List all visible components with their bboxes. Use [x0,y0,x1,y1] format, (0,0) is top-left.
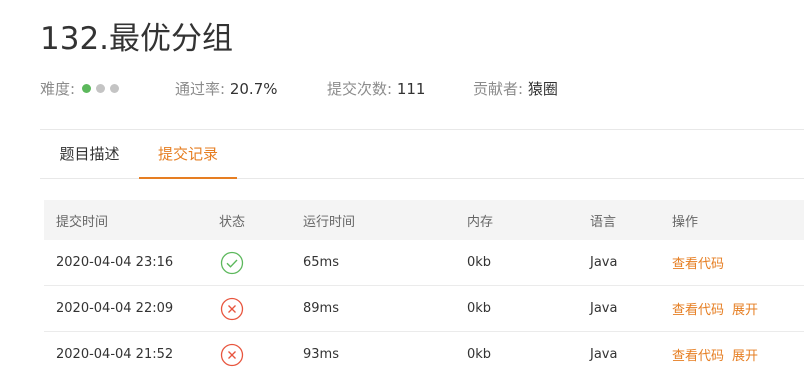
submission-count: 提交次数: 111 [327,79,425,99]
language: Java [590,347,618,362]
contributor-label: 贡献者: [473,80,524,98]
contributor-name: 猿圈 [527,80,558,98]
table-header: 提交时间 状态 运行时间 内存 语言 操作 [44,200,804,240]
header-actions: 操作 [672,214,699,230]
submission-page: 132.最优分组 难度: 通过率: 20.7% 提交次数: 111 贡献者: 猿… [0,0,804,376]
difficulty-dot [81,83,91,93]
runtime: 65ms [303,255,339,270]
view-code-link[interactable]: 查看代码 [672,345,724,364]
table-row: 2020-04-04 21:52 93ms 0kb Java 查看代码 展开 [44,332,804,376]
submit-time: 2020-04-04 22:09 [56,301,174,316]
x-circle-icon [220,343,244,366]
tab-description[interactable]: 题目描述 [40,130,139,178]
header-language: 语言 [590,214,617,230]
status-cell [220,240,244,285]
submission-count-value: 111 [396,80,426,98]
contributor: 贡献者: 猿圈 [473,79,558,99]
header-status: 状态 [219,214,246,230]
header-memory: 内存 [467,214,494,230]
language: Java [590,301,618,316]
x-circle-icon [220,297,244,320]
difficulty: 难度: [40,79,124,100]
submission-count-label: 提交次数: [327,80,393,98]
actions-cell: 查看代码 展开 [672,286,766,331]
header-time: 提交时间 [56,214,109,230]
table-row: 2020-04-04 23:16 65ms 0kb Java 查看代码 [44,240,804,286]
tab-submissions[interactable]: 提交记录 [139,130,237,179]
difficulty-dot [95,83,105,93]
pass-rate-label: 通过率: [175,80,226,98]
memory: 0kb [467,301,492,316]
memory: 0kb [467,255,492,270]
table-row: 2020-04-04 22:09 89ms 0kb Java 查看代码 展开 [44,286,804,332]
difficulty-dots [81,80,124,100]
submissions-table: 提交时间 状态 运行时间 内存 语言 操作 2020-04-04 23:16 6… [44,200,804,376]
memory: 0kb [467,347,492,362]
view-code-link[interactable]: 查看代码 [672,253,724,272]
actions-cell: 查看代码 展开 [672,332,766,376]
status-cell [220,286,244,331]
status-cell [220,332,244,376]
page-title: 132.最优分组 [40,21,234,57]
difficulty-dot [109,83,119,93]
submit-time: 2020-04-04 21:52 [56,347,174,362]
actions-cell: 查看代码 [672,240,732,285]
runtime: 93ms [303,347,339,362]
tab-bar: 题目描述 提交记录 [40,130,804,179]
pass-rate-value: 20.7% [229,80,278,98]
view-code-link[interactable]: 查看代码 [672,299,724,318]
language: Java [590,255,618,270]
expand-link[interactable]: 展开 [732,299,758,318]
difficulty-label: 难度: [40,80,76,98]
expand-link[interactable]: 展开 [732,345,758,364]
check-circle-icon [220,251,244,274]
pass-rate: 通过率: 20.7% [175,79,278,99]
submit-time: 2020-04-04 23:16 [56,255,174,270]
header-runtime: 运行时间 [303,214,356,230]
runtime: 89ms [303,301,339,316]
